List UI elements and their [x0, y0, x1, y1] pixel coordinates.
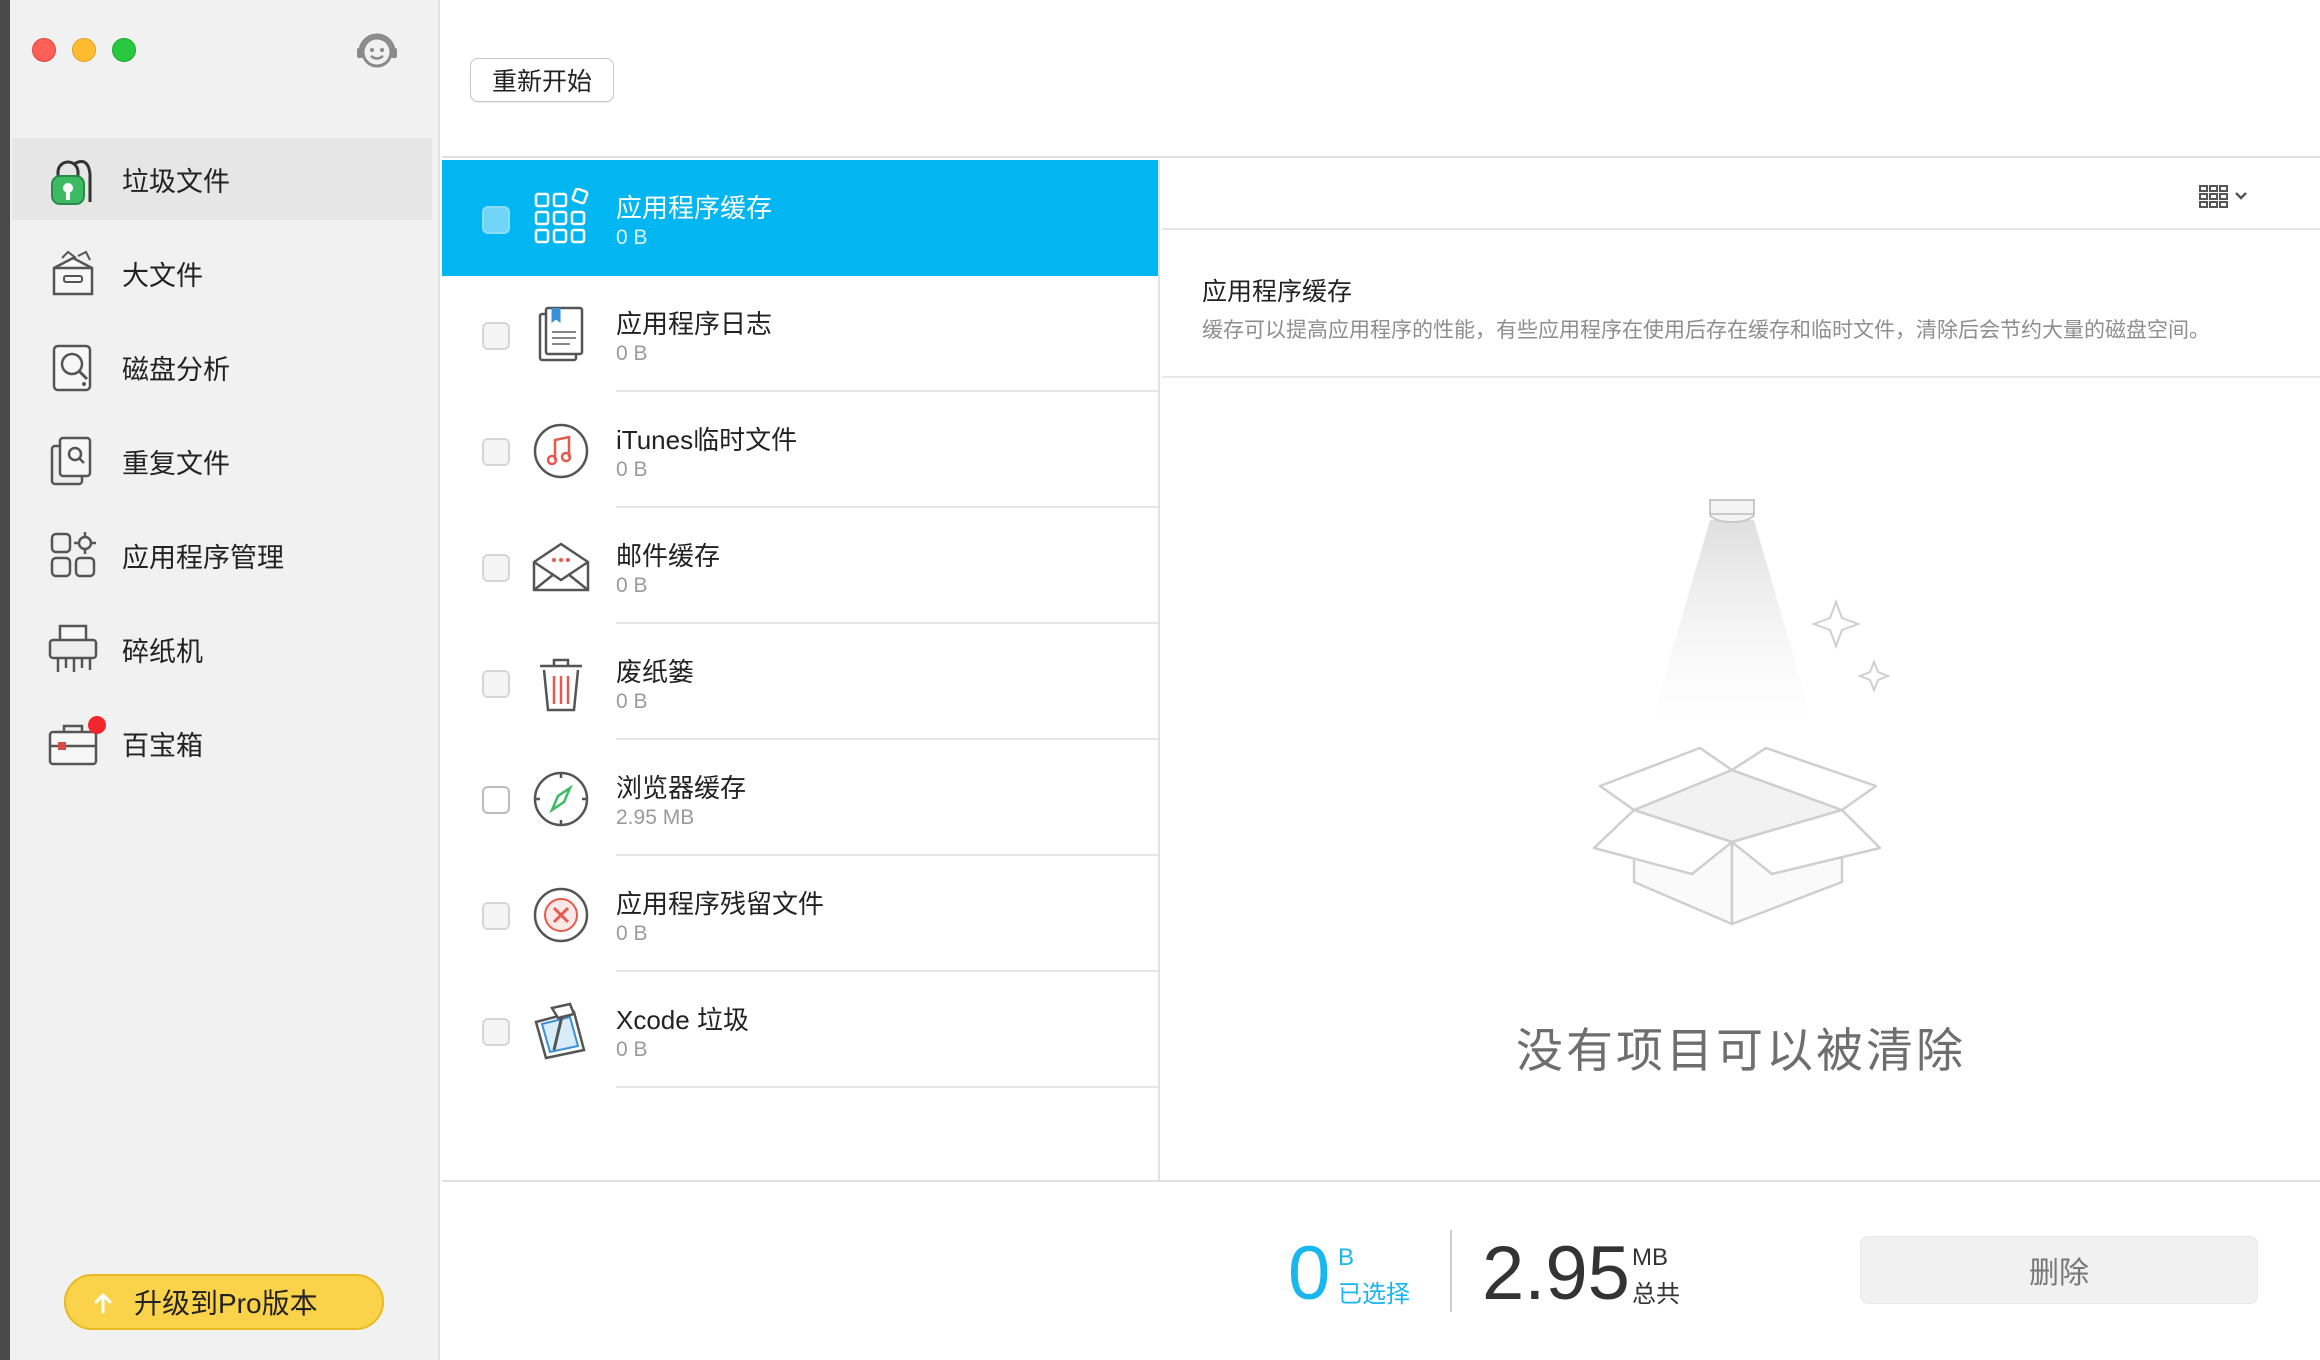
total-label: 总共 [1632, 1281, 1680, 1308]
toolbar: 重新开始 [442, 0, 2320, 158]
upgrade-pro-button[interactable]: 升级到Pro版本 [64, 1274, 384, 1330]
list-item[interactable]: iTunes临时文件 0 B [442, 392, 1158, 508]
sidebar-item-shredder[interactable]: 碎纸机 [12, 608, 432, 690]
sidebar: 垃圾文件 大文件 磁盘分析 重复文件 应用程序管理 碎纸机 百宝箱 升级到Pro… [0, 0, 440, 1360]
disk-analysis-icon [52, 344, 92, 392]
item-size: 0 B [616, 458, 648, 481]
detail-header [1162, 160, 2320, 230]
footer: 0 B 已选择 2.95 MB 总共 删除 [442, 1180, 2320, 1360]
upgrade-label: 升级到Pro版本 [134, 1288, 318, 1319]
item-checkbox[interactable] [482, 786, 510, 814]
junk-category-list: 应用程序缓存 0 B 应用程序日志 0 B iTunes临时文件 0 B 邮件缓… [442, 160, 1160, 1180]
restart-button[interactable]: 重新开始 [470, 58, 614, 102]
view-options-icon[interactable] [2198, 182, 2252, 210]
row-divider [616, 1086, 1158, 1088]
mail-envelope-icon [532, 542, 590, 592]
item-checkbox[interactable] [482, 554, 510, 582]
browser-compass-icon [533, 771, 589, 827]
item-checkbox[interactable] [482, 902, 510, 930]
list-item[interactable]: 应用程序缓存 0 B [442, 160, 1158, 276]
arrow-up-icon [94, 1293, 112, 1314]
sidebar-item-label: 垃圾文件 [122, 166, 230, 197]
detail-description: 缓存可以提高应用程序的性能，有些应用程序在使用后存在缓存和临时文件，清除后会节约… [1202, 319, 2210, 342]
sidebar-item-label: 大文件 [122, 260, 203, 291]
sidebar-item-label: 碎纸机 [122, 636, 203, 667]
large-files-box-icon [52, 250, 94, 296]
item-size: 0 B [616, 922, 648, 945]
close-window-button[interactable] [32, 38, 56, 62]
detail-title: 应用程序缓存 [1202, 278, 1353, 306]
footer-divider [1450, 1230, 1452, 1312]
item-title: 邮件缓存 [616, 541, 721, 571]
notification-badge [88, 716, 106, 734]
list-item[interactable]: 废纸篓 0 B [442, 624, 1158, 740]
item-size: 2.95 MB [616, 806, 695, 829]
app-cache-grid-icon [534, 188, 589, 244]
item-size: 0 B [616, 226, 648, 249]
list-item[interactable]: Xcode 垃圾 0 B [442, 972, 1158, 1088]
item-title: 应用程序日志 [616, 309, 773, 339]
list-item[interactable]: 邮件缓存 0 B [442, 508, 1158, 624]
selected-size-value: 0 [1288, 1231, 1331, 1316]
list-item[interactable]: 应用程序日志 0 B [442, 276, 1158, 392]
empty-box-illustration [1592, 499, 1891, 926]
xcode-hammer-icon [534, 1002, 586, 1060]
minimize-window-button[interactable] [72, 38, 96, 62]
item-title: iTunes临时文件 [616, 425, 798, 455]
selected-size-unit: B [1338, 1244, 1355, 1271]
item-title: 浏览器缓存 [616, 773, 747, 803]
item-checkbox[interactable] [482, 206, 510, 234]
list-item[interactable]: 浏览器缓存 2.95 MB [442, 740, 1158, 856]
sidebar-item-disk-analysis[interactable]: 磁盘分析 [12, 326, 432, 408]
item-checkbox[interactable] [482, 1018, 510, 1046]
item-size: 0 B [616, 1038, 648, 1061]
sidebar-item-junk-files[interactable]: 垃圾文件 [12, 138, 432, 220]
sidebar-item-toolbox[interactable]: 百宝箱 [12, 702, 432, 784]
sidebar-item-label: 重复文件 [122, 448, 230, 479]
item-size: 0 B [616, 342, 648, 365]
app-manager-icon [50, 532, 96, 578]
sidebar-item-large-files[interactable]: 大文件 [12, 232, 432, 314]
sidebar-item-duplicate-files[interactable]: 重复文件 [12, 420, 432, 502]
item-title: 应用程序缓存 [616, 193, 773, 223]
item-checkbox[interactable] [482, 670, 510, 698]
detail-divider [1162, 376, 2320, 378]
total-size-unit: MB [1632, 1244, 1668, 1271]
detail-pane: 应用程序缓存 缓存可以提高应用程序的性能，有些应用程序在使用后存在缓存和临时文件… [1162, 160, 2320, 1180]
item-checkbox[interactable] [482, 322, 510, 350]
sidebar-item-label: 磁盘分析 [122, 354, 230, 385]
selected-label: 已选择 [1338, 1281, 1410, 1308]
trash-icon [540, 658, 582, 712]
sidebar-item-app-manager[interactable]: 应用程序管理 [12, 514, 432, 596]
app-log-document-icon [538, 306, 584, 362]
shredder-icon [48, 624, 98, 672]
support-headset-icon[interactable] [352, 26, 402, 76]
item-title: 废纸篓 [616, 657, 695, 687]
total-size-value: 2.95 [1482, 1231, 1630, 1316]
item-checkbox[interactable] [482, 438, 510, 466]
itunes-music-icon [533, 423, 589, 479]
sidebar-item-label: 百宝箱 [122, 730, 203, 761]
item-size: 0 B [616, 574, 648, 597]
item-size: 0 B [616, 690, 648, 713]
zoom-window-button[interactable] [112, 38, 136, 62]
item-title: 应用程序残留文件 [616, 889, 825, 919]
item-title: Xcode 垃圾 [616, 1005, 749, 1035]
vacuum-icon [51, 160, 92, 205]
sidebar-item-label: 应用程序管理 [122, 542, 284, 573]
app-leftover-x-icon [533, 887, 589, 943]
list-item[interactable]: 应用程序残留文件 0 B [442, 856, 1158, 972]
empty-message: 没有项目可以被清除 [1516, 1024, 1966, 1077]
delete-button[interactable]: 删除 [1860, 1236, 2258, 1304]
duplicate-files-icon [50, 436, 92, 486]
